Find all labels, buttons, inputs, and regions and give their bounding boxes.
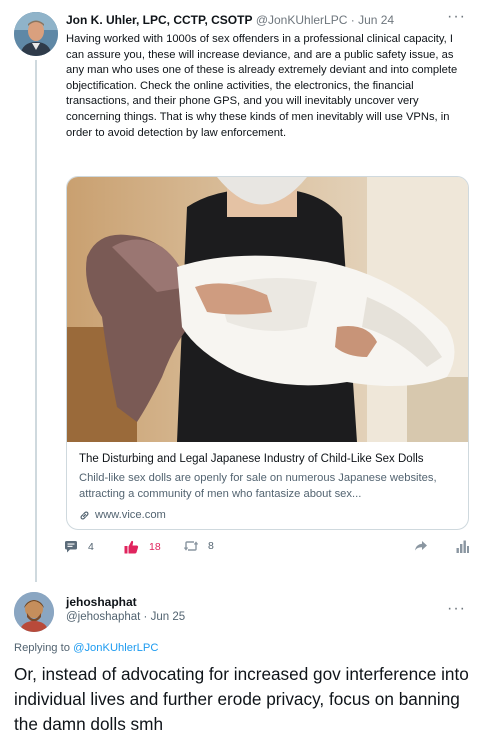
- retweet-button[interactable]: 8: [184, 540, 214, 552]
- card-image: [67, 177, 468, 442]
- tweet-date[interactable]: Jun 24: [358, 13, 394, 27]
- replying-prefix: Replying to: [14, 642, 74, 654]
- replying-to: Replying to @JonKUhlerLPC: [14, 642, 158, 654]
- analytics-icon: [456, 540, 469, 553]
- reply-date[interactable]: Jun 25: [151, 611, 186, 623]
- link-card[interactable]: The Disturbing and Legal Japanese Indust…: [66, 176, 469, 530]
- author-avatar[interactable]: [14, 12, 58, 56]
- reply-text: Or, instead of advocating for increased …: [14, 664, 469, 734]
- tweet-original[interactable]: Jon K. Uhler, LPC, CCTP, CSOTP @JonKUhle…: [0, 0, 484, 582]
- reply-meta-separator: ·: [140, 611, 151, 623]
- card-domain-text: www.vice.com: [95, 509, 166, 521]
- reply-author-handle[interactable]: @jehoshaphat: [66, 611, 140, 623]
- share-button[interactable]: [414, 540, 428, 552]
- author-handle[interactable]: @JonKUhlerLPC: [256, 13, 348, 27]
- thread-line: [35, 60, 37, 582]
- tweet-actions: 4 18 8: [64, 540, 476, 558]
- reply-meta: @jehoshaphat · Jun 25: [66, 611, 185, 623]
- reply-author-name[interactable]: jehoshaphat: [66, 595, 137, 609]
- tweet-reply[interactable]: jehoshaphat @jehoshaphat · Jun 25 ··· Re…: [0, 582, 484, 751]
- reply-more-icon[interactable]: ···: [447, 600, 466, 618]
- retweet-icon: [184, 541, 198, 551]
- tweet-header: Jon K. Uhler, LPC, CCTP, CSOTP @JonKUhle…: [66, 13, 394, 27]
- like-icon: [124, 540, 139, 554]
- analytics-button[interactable]: [456, 540, 469, 553]
- like-count: 18: [149, 541, 161, 553]
- retweet-count: 8: [208, 540, 214, 552]
- reply-button[interactable]: 4: [64, 540, 94, 553]
- link-icon: [80, 511, 89, 519]
- reply-count: 4: [88, 540, 94, 553]
- reply-icon: [65, 541, 77, 553]
- card-description: Child-like sex dolls are openly for sale…: [79, 472, 437, 500]
- reply-avatar[interactable]: [14, 592, 54, 632]
- tweet-text: Having worked with 1000s of sex offender…: [66, 33, 458, 139]
- replying-handle[interactable]: @JonKUhlerLPC: [73, 642, 158, 654]
- card-title[interactable]: The Disturbing and Legal Japanese Indust…: [79, 453, 424, 465]
- more-icon[interactable]: ···: [447, 8, 466, 26]
- meta-separator: ·: [347, 13, 359, 27]
- author-name[interactable]: Jon K. Uhler, LPC, CCTP, CSOTP: [66, 13, 252, 27]
- card-domain[interactable]: www.vice.com: [79, 509, 166, 521]
- like-button[interactable]: 18: [124, 540, 161, 554]
- share-icon: [415, 541, 427, 551]
